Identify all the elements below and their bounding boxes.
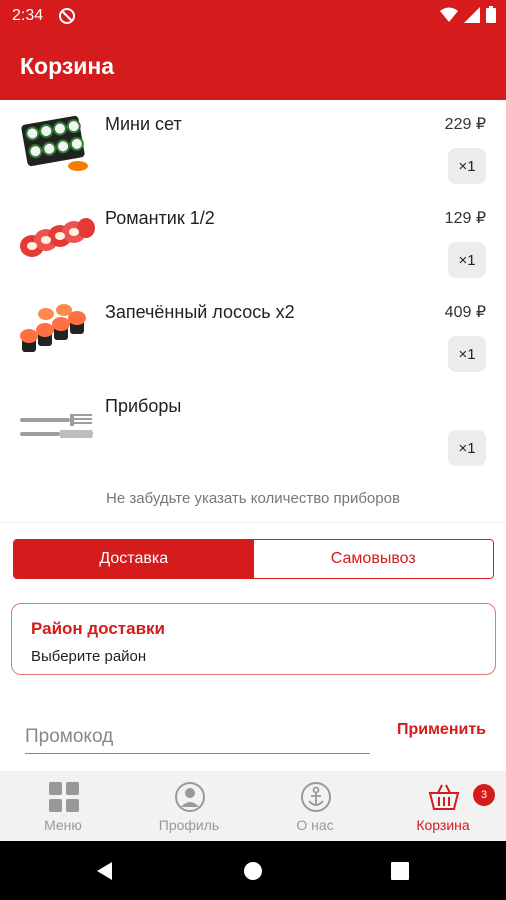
nav-label: Профиль — [158, 817, 220, 833]
delivery-toggle: Доставка Самовывоз — [13, 539, 494, 579]
anchor-icon — [301, 782, 331, 812]
district-value: Выберите район — [31, 648, 147, 665]
item-name: Романтик 1/2 — [105, 208, 215, 228]
baked-rolls-icon — [20, 304, 86, 352]
tab-pickup[interactable]: Самовывоз — [253, 540, 493, 578]
quantity-button[interactable]: ×1 — [448, 148, 486, 184]
app-bar: Корзина — [0, 33, 506, 100]
nav-label: Меню — [44, 817, 82, 833]
cart-item[interactable]: Мини сет 229 ₽ ×1 — [0, 100, 506, 194]
sushi-set-icon — [21, 115, 88, 171]
quantity-button[interactable]: ×1 — [448, 336, 486, 372]
item-price: 229 ₽ — [444, 116, 486, 133]
quantity-button[interactable]: ×1 — [448, 430, 486, 466]
status-bar: 2:34 — [0, 0, 506, 33]
cart-item[interactable]: Романтик 1/2 129 ₽ ×1 — [0, 194, 506, 288]
cart-item[interactable]: Запечённый лосось x2 409 ₽ ×1 — [0, 288, 506, 382]
district-title: Район доставки — [31, 619, 165, 638]
battery-icon — [486, 6, 496, 23]
tab-delivery[interactable]: Доставка — [14, 540, 254, 578]
dnd-icon — [59, 8, 75, 24]
apply-promo-button[interactable]: Применить — [397, 721, 486, 739]
status-time: 2:34 — [12, 7, 44, 24]
grid-icon — [49, 782, 79, 812]
home-icon[interactable] — [243, 861, 263, 881]
red-rolls-icon — [20, 218, 95, 257]
nav-item-cart[interactable]: Корзина — [380, 771, 506, 841]
bottom-nav: Меню Профиль О нас Корзина — [0, 771, 506, 841]
utensils-note: Не забудьте указать количество приборов — [106, 490, 400, 507]
quantity-button[interactable]: ×1 — [448, 242, 486, 278]
page-title: Корзина — [20, 53, 115, 79]
item-name: Запечённый лосось x2 — [105, 302, 295, 322]
back-icon[interactable] — [95, 861, 115, 881]
item-name: Приборы — [105, 396, 182, 416]
cart-item[interactable]: Приборы ×1 — [0, 382, 506, 476]
nav-item-about[interactable]: О нас — [252, 771, 378, 841]
nav-label: О нас — [296, 817, 334, 833]
nav-item-profile[interactable]: Профиль — [126, 771, 252, 841]
wifi-icon — [440, 7, 458, 22]
nav-label: Корзина — [416, 817, 470, 833]
cutlery-icon — [20, 414, 93, 438]
district-selector[interactable]: Район доставки Выберите район — [11, 603, 496, 675]
nav-item-menu[interactable]: Меню — [0, 771, 126, 841]
status-icons — [440, 6, 496, 23]
basket-icon — [428, 784, 460, 810]
item-price: 409 ₽ — [444, 304, 486, 321]
user-icon — [175, 782, 205, 812]
recents-icon[interactable] — [391, 862, 409, 880]
system-nav-bar — [0, 841, 506, 900]
cart-count-badge: 3 — [473, 784, 495, 806]
promo-code-input[interactable] — [25, 720, 370, 754]
item-name: Мини сет — [105, 114, 182, 134]
item-price: 129 ₽ — [444, 210, 486, 227]
signal-icon — [464, 6, 480, 23]
divider — [0, 522, 506, 523]
